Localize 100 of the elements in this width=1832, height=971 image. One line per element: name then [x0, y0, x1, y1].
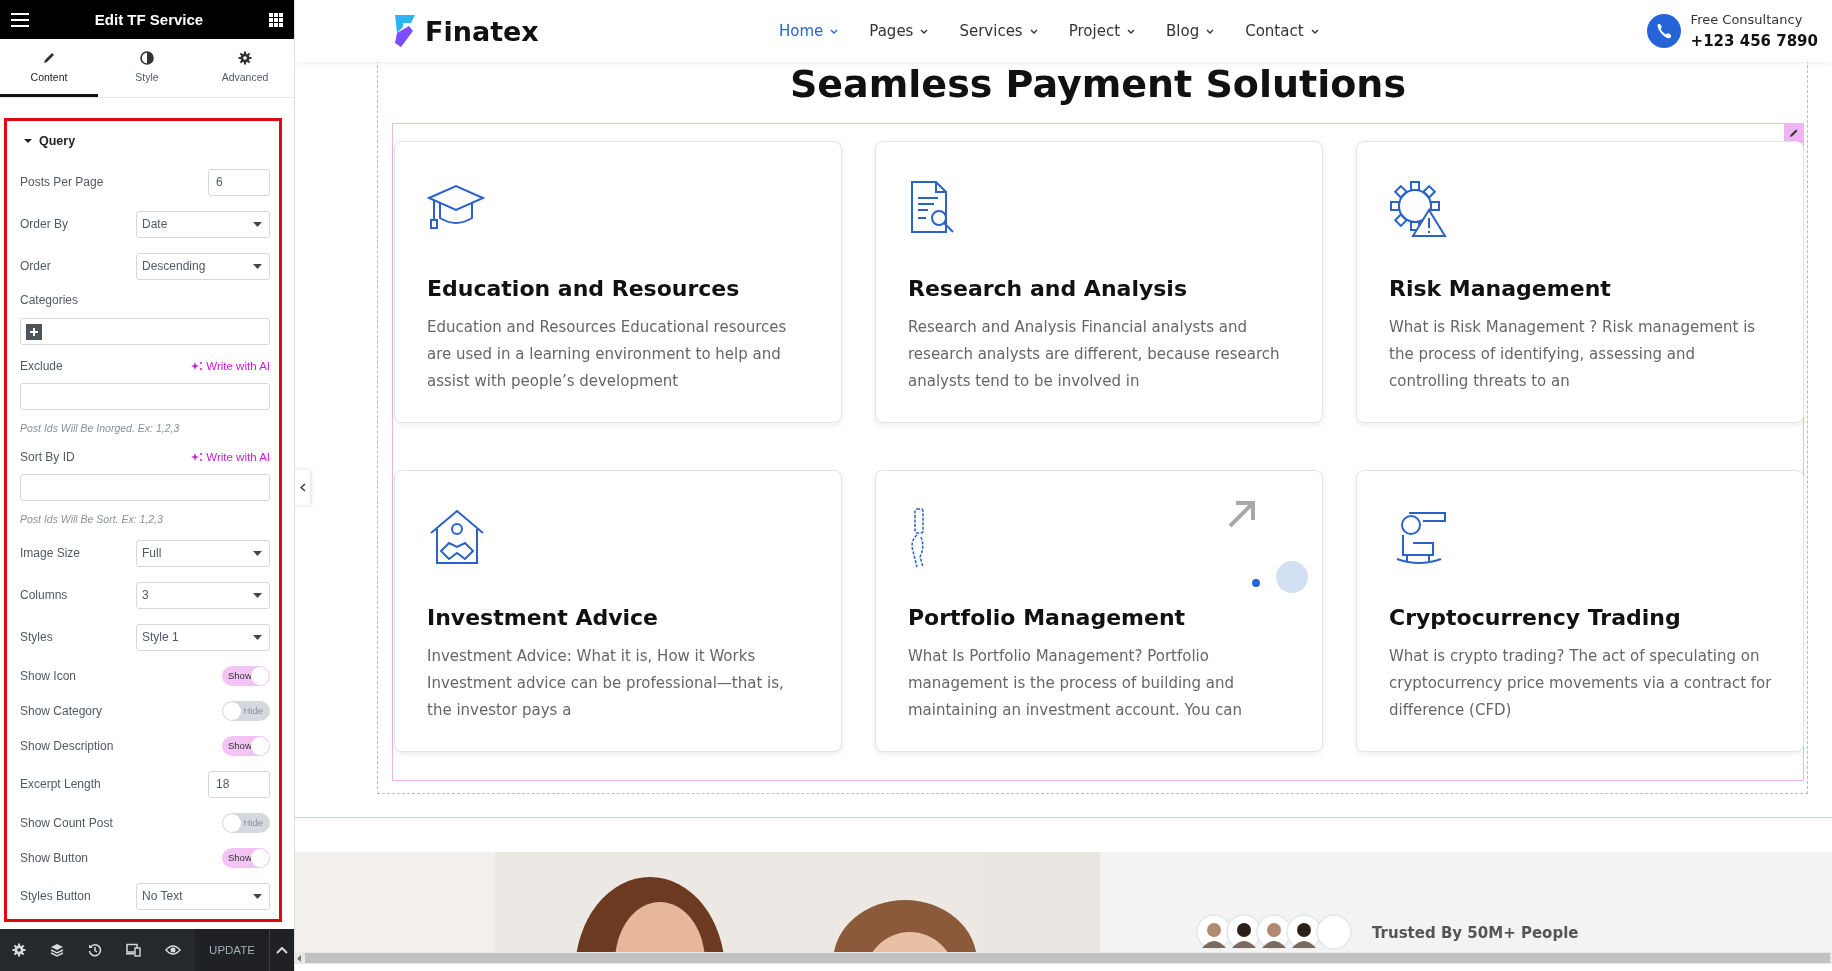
expand-button[interactable]	[269, 929, 294, 971]
logo-text[interactable]: Finatex	[425, 15, 539, 47]
card-description: Research and Analysis Financial analysts and research analysts are different, because research analysts tend to be involved in	[908, 317, 1281, 392]
card-description: What is Risk Management ? Risk management is the process of identifying, assessing and controlling threats to an	[1389, 317, 1757, 392]
select-field[interactable]: Style 1	[136, 623, 270, 651]
phone-number[interactable]: +123 456 7890	[1690, 32, 1818, 50]
control-label: Show Icon	[20, 668, 77, 683]
select-field[interactable]: Descending	[136, 252, 270, 280]
section-heading: Seamless Payment Solutions	[788, 62, 1408, 108]
apps-grid-icon[interactable]	[269, 12, 283, 27]
select-field[interactable]: Date	[136, 210, 270, 238]
add-icon[interactable]	[26, 323, 42, 340]
control-label: Order By	[20, 217, 68, 231]
select-field[interactable]: No Text	[136, 882, 270, 910]
card-description: What is crypto trading? The act of speculating on cryptocurrency price movements via a contract for difference (CFD)	[1389, 646, 1773, 721]
write-with-ai-link[interactable]: Write with AI	[191, 451, 270, 463]
text-field[interactable]	[20, 383, 270, 410]
caret-icon	[24, 137, 32, 145]
gear-icon	[238, 50, 252, 65]
nav-link[interactable]: Project	[1068, 22, 1136, 40]
responsive-icon[interactable]	[126, 943, 141, 957]
card-title[interactable]: Risk Management	[1389, 276, 1773, 310]
caret-icon	[253, 634, 262, 640]
control-label: Show Category	[20, 703, 103, 718]
sparkle-icon	[191, 452, 204, 462]
card-description: Investment Advice: What it is, How it Works Investment advice can be professional—that is, the investor pays a	[427, 646, 785, 721]
chevron-down-icon	[1310, 28, 1319, 34]
card-title[interactable]: Education and Resources	[427, 276, 811, 310]
service-card[interactable]: Investment Advice Investment Advice: What it is, How it Works Investment advice can be professional—that is, the investor pays a	[394, 470, 842, 752]
settings-icon[interactable]	[12, 943, 26, 957]
caret-icon	[253, 550, 262, 556]
control-label: Excerpt Length	[20, 777, 101, 791]
panel-title: Edit TF Service	[94, 11, 204, 28]
service-card[interactable]: Cryptocurrency Trading What is crypto trading? The act of speculating on cryptocurrency price movements via a contract for difference (CFD)	[1356, 470, 1804, 752]
scrollbar[interactable]	[295, 952, 1832, 964]
nav-link[interactable]: Contact	[1245, 22, 1319, 40]
collapse-panel-button[interactable]	[295, 470, 310, 505]
text-field[interactable]	[20, 474, 270, 501]
caret-icon	[253, 893, 262, 899]
write-with-ai-link[interactable]: Write with AI	[191, 360, 270, 372]
control-label: Image Size	[20, 546, 81, 560]
caret-icon	[253, 592, 262, 598]
field-hint: Post Ids Will Be Sort. Ex: 1,2,3	[20, 513, 163, 525]
select-field[interactable]: 3	[136, 581, 270, 609]
number-field[interactable]: 18	[208, 770, 270, 798]
nav-link[interactable]: Pages	[869, 22, 929, 40]
nav-link[interactable]: Services	[959, 22, 1038, 40]
control-label: Show Description	[20, 738, 114, 753]
chevron-down-icon	[1029, 28, 1038, 34]
contact-label: Free Consultancy	[1690, 12, 1804, 27]
control-label: Exclude	[20, 359, 63, 373]
update-button[interactable]: UPDATE	[195, 929, 269, 971]
history-icon[interactable]	[88, 943, 102, 957]
toggle-switch[interactable]: Show	[222, 735, 270, 756]
select-field[interactable]: Full	[136, 539, 270, 567]
control-label: Styles	[20, 630, 53, 644]
card-title[interactable]: Research and Analysis	[908, 276, 1292, 310]
menu-icon[interactable]	[11, 12, 29, 27]
card-description: Education and Resources Educational resources are used in a learning environment to help and assist with people’s development	[427, 317, 788, 392]
card-title[interactable]: Portfolio Management	[908, 605, 1292, 639]
caret-icon	[253, 263, 262, 269]
control-label: Show Button	[20, 850, 89, 865]
layers-icon[interactable]	[50, 943, 64, 957]
pencil-icon	[42, 50, 56, 65]
scroll-left-icon[interactable]	[297, 954, 302, 962]
card-title[interactable]: Cryptocurrency Trading	[1389, 605, 1773, 639]
section-toggle[interactable]: Query	[20, 121, 76, 161]
chevron-down-icon	[1206, 28, 1215, 34]
chevron-down-icon	[1127, 28, 1136, 34]
chevron-up-icon	[276, 946, 288, 954]
preview-eye-icon[interactable]	[165, 944, 181, 956]
chevron-down-icon	[920, 28, 929, 34]
control-label: Columns	[20, 588, 68, 602]
gear-warning-icon	[1389, 178, 1449, 240]
categories-field[interactable]	[20, 318, 270, 345]
toggle-switch[interactable]: Show	[222, 665, 270, 686]
toggle-switch[interactable]: Show	[222, 847, 270, 868]
chevron-down-icon	[830, 28, 839, 34]
sparkle-icon	[191, 361, 204, 371]
caret-icon	[253, 221, 262, 227]
service-card[interactable]: Risk Management What is Risk Management ? Risk management is the process of identifying, assessing and controlling threats to an	[1356, 141, 1804, 423]
trusted-text: Trusted By 50M+ People	[1372, 924, 1579, 944]
control-label: Show Count Post	[20, 815, 113, 830]
control-label: Posts Per Page	[20, 175, 104, 189]
chevron-left-icon	[299, 483, 306, 492]
card-title[interactable]: Investment Advice	[427, 605, 811, 639]
number-field[interactable]: 6	[208, 168, 270, 196]
control-label: Styles Button	[20, 889, 91, 903]
edit-icon[interactable]	[1784, 123, 1804, 143]
control-label: Sort By ID	[20, 450, 75, 464]
card-description: What Is Portfolio Management? Portfolio management is the process of building and maintaining an investment account. You can	[908, 646, 1243, 721]
service-card[interactable]: Research and Analysis Research and Analysis Financial analysts and research analysts are different, because research analysts tend to be involved in	[875, 141, 1323, 423]
service-card[interactable]: Portfolio Management What Is Portfolio Management? Portfolio management is the process of building and maintaining an investment account. You can	[875, 470, 1323, 752]
service-card[interactable]: Education and Resources Education and Resources Educational resources are used in a learning environment to help and assist with people’s development	[394, 141, 842, 423]
nav-link[interactable]: Blog	[1166, 22, 1215, 40]
control-label: Order	[20, 259, 51, 273]
phone-icon[interactable]	[1646, 14, 1681, 48]
contrast-icon	[140, 50, 154, 65]
nav-link[interactable]: Home	[779, 22, 839, 40]
control-label: Categories	[20, 293, 80, 307]
